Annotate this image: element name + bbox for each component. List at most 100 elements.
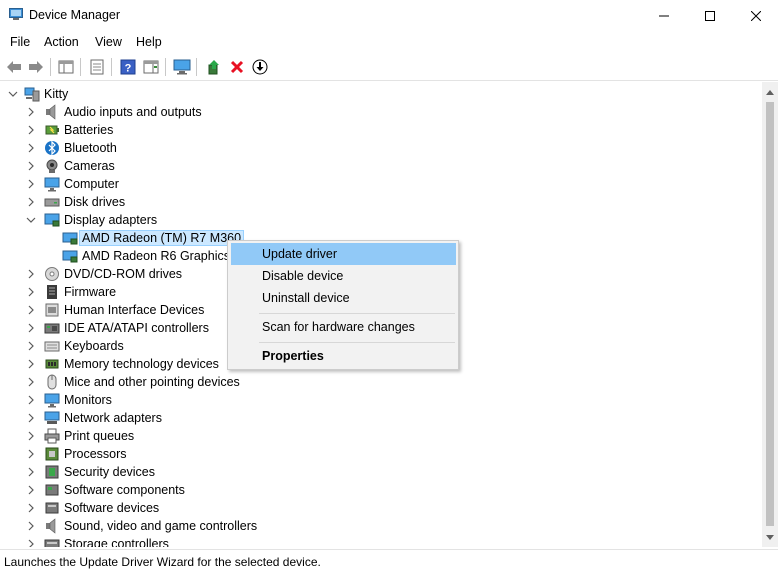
uninstall-device-toolbar-button[interactable] <box>227 57 247 77</box>
console-tree-icon <box>58 60 74 74</box>
tree-category-label: Storage controllers <box>64 537 169 547</box>
tree-category-network-adapters[interactable]: Network adapters <box>26 409 162 427</box>
tree-category-label: Security devices <box>64 465 156 479</box>
expand-chevron-icon[interactable] <box>26 359 36 369</box>
gpu-icon <box>62 232 78 245</box>
action-pane-button[interactable] <box>141 57 161 77</box>
expand-chevron-icon[interactable] <box>26 467 36 477</box>
expand-chevron-icon[interactable] <box>26 377 36 387</box>
tree-category-dvd-cd-rom-drives[interactable]: DVD/CD-ROM drives <box>26 265 182 283</box>
update-driver-icon <box>208 60 219 75</box>
scan-hardware-button[interactable] <box>172 57 192 77</box>
expand-chevron-icon[interactable] <box>26 287 36 297</box>
tree-category-label: IDE ATA/ATAPI controllers <box>64 321 209 335</box>
tree-category-keyboards[interactable]: Keyboards <box>26 337 124 355</box>
processor-icon <box>45 447 59 461</box>
tree-category-security-devices[interactable]: Security devices <box>26 463 155 481</box>
tree-category-print-queues[interactable]: Print queues <box>26 427 134 445</box>
expand-chevron-icon[interactable] <box>26 197 36 207</box>
collapse-chevron-icon[interactable] <box>26 215 36 225</box>
scroll-up-arrow-icon <box>766 90 774 95</box>
tree-category-software-components[interactable]: Software components <box>26 481 185 499</box>
tree-category-label: Disk drives <box>64 195 126 209</box>
collapse-chevron-icon[interactable] <box>8 89 18 99</box>
close-icon <box>751 10 761 21</box>
tree-root-kitty[interactable]: Kitty <box>8 85 68 103</box>
mouse-icon <box>47 374 57 390</box>
toolbar-separator <box>50 58 51 76</box>
sound-icon <box>46 518 56 534</box>
expand-chevron-icon[interactable] <box>26 395 36 405</box>
menu-help[interactable]: Help <box>136 35 162 49</box>
tree-category-monitors[interactable]: Monitors <box>26 391 112 409</box>
scrollbar-thumb[interactable] <box>766 102 774 526</box>
tree-device-amd-radeon-tm-r7-m360[interactable]: AMD Radeon (TM) R7 M360 <box>62 229 245 247</box>
back-arrow-icon <box>7 61 21 73</box>
menu-view[interactable]: View <box>95 35 122 49</box>
expand-chevron-icon[interactable] <box>26 449 36 459</box>
tree-category-disk-drives[interactable]: Disk drives <box>26 193 125 211</box>
expand-chevron-icon[interactable] <box>26 143 36 153</box>
expand-chevron-icon[interactable] <box>26 413 36 423</box>
tree-category-audio-inputs-and-outputs[interactable]: Audio inputs and outputs <box>26 103 202 121</box>
gpu-icon <box>62 250 78 263</box>
security-icon <box>45 465 59 479</box>
disable-device-toolbar-button[interactable] <box>250 57 270 77</box>
tree-category-mice-and-other-pointing-devices[interactable]: Mice and other pointing devices <box>26 373 240 391</box>
back-button[interactable] <box>4 57 24 77</box>
tree-category-cameras[interactable]: Cameras <box>26 157 115 175</box>
tree-category-software-devices[interactable]: Software devices <box>26 499 159 517</box>
properties-button[interactable] <box>87 57 107 77</box>
update-driver-toolbar-button[interactable] <box>204 57 224 77</box>
tree-category-batteries[interactable]: Batteries <box>26 121 113 139</box>
context-properties[interactable]: Properties <box>231 345 456 367</box>
tree-device-amd-radeon-r6-graphics[interactable]: AMD Radeon R6 Graphics <box>62 247 230 265</box>
tree-category-label: Monitors <box>64 393 112 407</box>
tree-category-sound-video-and-game-controllers[interactable]: Sound, video and game controllers <box>26 517 257 535</box>
minimize-button[interactable] <box>641 0 687 31</box>
expand-chevron-icon[interactable] <box>26 305 36 315</box>
forward-button[interactable] <box>26 57 46 77</box>
vertical-scrollbar[interactable] <box>762 82 778 547</box>
tree-category-storage-controllers[interactable]: Storage controllers <box>26 535 169 547</box>
context-separator <box>259 342 455 343</box>
maximize-button[interactable] <box>687 0 733 31</box>
expand-chevron-icon[interactable] <box>26 521 36 531</box>
context-disable-device[interactable]: Disable device <box>231 265 456 287</box>
tree-category-display-adapters[interactable]: Display adapters <box>26 211 157 229</box>
context-menu: Update driver Disable device Uninstall d… <box>227 240 459 370</box>
expand-chevron-icon[interactable] <box>26 107 36 117</box>
tree-category-firmware[interactable]: Firmware <box>26 283 116 301</box>
computer-icon <box>44 177 60 192</box>
expand-chevron-icon[interactable] <box>26 539 36 547</box>
forward-arrow-icon <box>29 61 43 73</box>
expand-chevron-icon[interactable] <box>26 269 36 279</box>
tree-category-bluetooth[interactable]: Bluetooth <box>26 139 117 157</box>
expand-chevron-icon[interactable] <box>26 323 36 333</box>
show-hide-console-tree-button[interactable] <box>56 57 76 77</box>
expand-chevron-icon[interactable] <box>26 125 36 135</box>
expand-chevron-icon[interactable] <box>26 179 36 189</box>
menu-action[interactable]: Action <box>44 35 79 49</box>
expand-chevron-icon[interactable] <box>26 341 36 351</box>
tree-category-processors[interactable]: Processors <box>26 445 127 463</box>
maximize-icon <box>705 10 715 21</box>
expand-chevron-icon[interactable] <box>26 503 36 513</box>
help-button[interactable]: ? <box>118 57 138 77</box>
scroll-down-button[interactable] <box>762 530 778 546</box>
close-button[interactable] <box>733 0 778 31</box>
expand-chevron-icon[interactable] <box>26 161 36 171</box>
menu-file[interactable]: File <box>10 35 30 49</box>
toolbar-separator <box>80 58 81 76</box>
context-update-driver[interactable]: Update driver <box>231 243 456 265</box>
tree-category-computer[interactable]: Computer <box>26 175 119 193</box>
tree-category-memory-technology-devices[interactable]: Memory technology devices <box>26 355 219 373</box>
status-bar: Launches the Update Driver Wizard for th… <box>0 549 778 572</box>
tree-category-ide-ata-atapi-controllers[interactable]: IDE ATA/ATAPI controllers <box>26 319 209 337</box>
context-scan-hardware[interactable]: Scan for hardware changes <box>231 316 456 338</box>
scroll-up-button[interactable] <box>762 84 778 100</box>
expand-chevron-icon[interactable] <box>26 431 36 441</box>
context-uninstall-device[interactable]: Uninstall device <box>231 287 456 309</box>
expand-chevron-icon[interactable] <box>26 485 36 495</box>
tree-category-human-interface-devices[interactable]: Human Interface Devices <box>26 301 204 319</box>
